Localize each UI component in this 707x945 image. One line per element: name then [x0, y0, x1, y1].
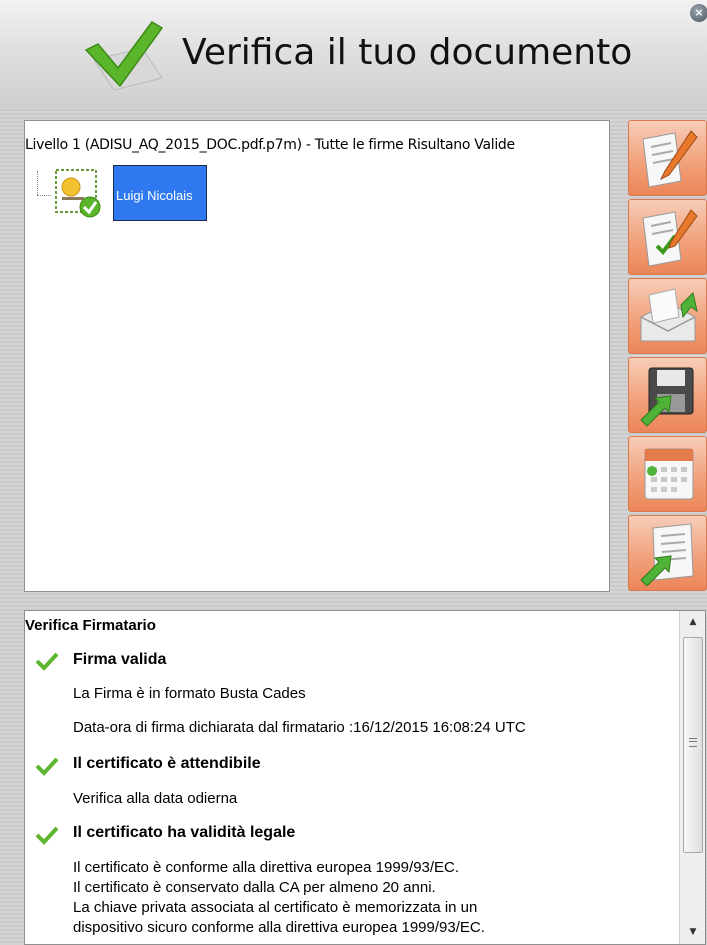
save-button[interactable] [628, 357, 707, 433]
tree-root-label[interactable]: Livello 1 (ADISU_AQ_2015_DOC.pdf.p7m) - … [25, 137, 515, 153]
scroll-thumb[interactable] [683, 637, 703, 853]
export-document-button[interactable] [628, 515, 707, 591]
check-icon [35, 757, 59, 776]
section-title: Firma valida [73, 651, 167, 668]
signer-node[interactable]: Luigi Nicolais [113, 165, 207, 221]
check-icon [35, 826, 59, 845]
section-title: Il certificato è attendibile [73, 755, 261, 772]
signature-tree[interactable]: Livello 1 (ADISU_AQ_2015_DOC.pdf.p7m) - … [24, 120, 610, 592]
detail-line: Il certificato è conservato dalla CA per… [73, 879, 436, 896]
verify-signature-button[interactable] [628, 199, 707, 275]
open-envelope-button[interactable] [628, 278, 707, 354]
signer-details-panel: Verifica Firmatario Firma valida La Firm… [24, 610, 706, 945]
details-heading: Verifica Firmatario [25, 617, 156, 634]
scroll-up-icon[interactable]: ▲ [680, 611, 705, 633]
detail-line: Data-ora di firma dichiarata dal firmata… [73, 719, 526, 736]
detail-line: dispositivo sicuro conforme alla diretti… [73, 919, 485, 936]
check-icon [35, 652, 59, 671]
grip-icon [689, 738, 697, 747]
vertical-scrollbar[interactable]: ▲ ▼ [679, 611, 705, 944]
tree-connector [37, 171, 38, 195]
scroll-down-icon[interactable]: ▼ [680, 921, 705, 943]
page-title: Verifica il tuo documento [182, 32, 633, 73]
verify-signature-icon [642, 209, 698, 267]
detail-line: La Firma è in formato Busta Cades [73, 685, 306, 702]
window-header: Verifica il tuo documento × [0, 0, 707, 108]
section-title: Il certificato ha validità legale [73, 824, 296, 841]
close-icon[interactable]: × [690, 4, 707, 22]
detail-line: La chiave privata associata al certifica… [73, 899, 478, 916]
tree-connector [37, 195, 51, 196]
green-checkmark-icon [84, 21, 164, 91]
open-envelope-icon [640, 288, 698, 342]
action-toolbar [628, 120, 707, 594]
detail-line: Il certificato è conforme alla direttiva… [73, 859, 460, 876]
calendar-button[interactable] [628, 436, 707, 512]
sign-document-button[interactable] [628, 120, 707, 196]
valid-certificate-icon [55, 169, 101, 218]
save-disk-icon [640, 367, 694, 427]
detail-line: Verifica alla data odierna [73, 790, 238, 807]
sign-document-icon [642, 130, 698, 188]
export-document-icon [640, 523, 694, 586]
calendar-icon [644, 448, 694, 500]
